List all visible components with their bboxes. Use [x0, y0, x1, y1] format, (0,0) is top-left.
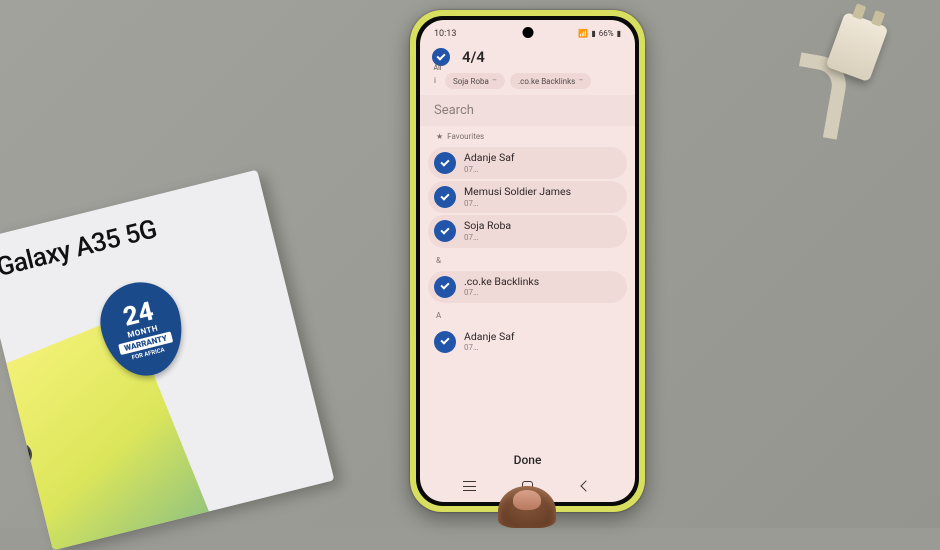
camera-punch-hole	[522, 27, 533, 38]
contact-name: Adanje Saf	[464, 152, 515, 165]
recents-button[interactable]	[449, 481, 489, 491]
status-time: 10:13	[434, 29, 456, 39]
camera-lens-icon	[4, 439, 35, 470]
battery-text: 66%	[599, 29, 614, 38]
contact-row[interactable]: .co.ke Backlinks 07…	[428, 271, 627, 303]
contact-name: Adanje Saf	[464, 331, 515, 344]
product-box: Galaxy A35 5G 24 MONTH WARRANTY FOR AFRI…	[0, 170, 334, 550]
section-header-amp: &	[428, 250, 627, 269]
selection-count: 4/4	[462, 48, 485, 66]
charger-plug	[810, 0, 920, 130]
contact-row[interactable]: Soja Roba 07…	[428, 215, 627, 247]
chip-soja-roba[interactable]: Soja Roba −	[445, 73, 505, 89]
selected-chips-row[interactable]: i Soja Roba − .co.ke Backlinks −	[420, 70, 635, 95]
star-icon: ★	[436, 132, 443, 141]
section-header-a: A	[428, 305, 627, 324]
selection-header: 4/4	[420, 42, 635, 70]
checkmark-icon[interactable]	[434, 276, 456, 298]
signal-icon: ▮	[591, 29, 595, 38]
select-all-label: All	[434, 64, 442, 72]
box-title: Galaxy A35 5G	[0, 191, 255, 283]
contact-name: Memusi Soldier James	[464, 186, 571, 199]
camera-lens-icon	[0, 380, 12, 411]
checkmark-icon[interactable]	[434, 331, 456, 353]
remove-chip-icon[interactable]: −	[578, 76, 583, 86]
contact-row[interactable]: Adanje Saf 07…	[428, 147, 627, 179]
contacts-list[interactable]: ★ Favourites Adanje Saf 07… Memusi So	[420, 126, 635, 443]
contact-phone: 07…	[464, 233, 511, 243]
done-button[interactable]: Done	[420, 443, 635, 474]
phone-screen: 10:13 📶 ▮ 66% ▮ 4/4 All i	[420, 20, 635, 502]
chip-coke-backlinks[interactable]: .co.ke Backlinks −	[510, 73, 591, 89]
search-input[interactable]: Search	[420, 95, 635, 126]
wifi-icon: 📶	[578, 29, 588, 38]
contact-row[interactable]: Memusi Soldier James 07…	[428, 181, 627, 213]
contact-phone: 07…	[464, 343, 515, 353]
contact-phone: 07…	[464, 288, 539, 298]
remove-chip-icon[interactable]: −	[492, 76, 497, 86]
contact-row[interactable]: Adanje Saf 07…	[428, 326, 627, 358]
camera-lens-icon	[0, 409, 24, 440]
battery-icon: ▮	[617, 29, 621, 38]
contact-name: .co.ke Backlinks	[464, 276, 539, 289]
checkmark-icon[interactable]	[434, 152, 456, 174]
back-button[interactable]	[566, 482, 606, 490]
checkmark-icon[interactable]	[434, 186, 456, 208]
contact-phone: 07…	[464, 165, 515, 175]
checkmark-icon[interactable]	[434, 220, 456, 242]
section-header-favourites: ★ Favourites	[428, 126, 627, 145]
contact-name: Soja Roba	[464, 220, 511, 233]
phone-device: 10:13 📶 ▮ 66% ▮ 4/4 All i	[410, 10, 645, 512]
finger	[498, 486, 556, 528]
contact-phone: 07…	[464, 199, 571, 209]
chip-overflow-indicator: i	[430, 73, 440, 89]
